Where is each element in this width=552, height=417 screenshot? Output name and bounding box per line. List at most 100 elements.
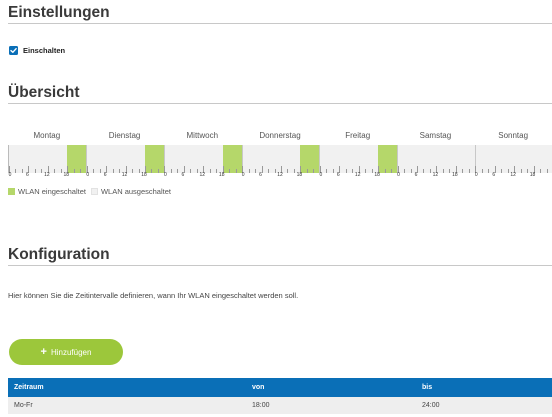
section-title-konfiguration: Konfiguration <box>8 246 110 263</box>
hour-tick <box>73 169 75 173</box>
hour-label: 18 <box>141 172 147 178</box>
hour-tick <box>345 169 347 173</box>
hour-label: 6 <box>103 172 107 178</box>
hour-label: 18 <box>218 172 225 178</box>
hour-tick <box>119 169 121 173</box>
hour-label: 6 <box>336 172 340 178</box>
hour-tick <box>21 169 23 173</box>
hour-tick <box>170 169 172 173</box>
hour-label: 18 <box>296 172 303 178</box>
day-label-freitag: Freitag <box>345 131 371 140</box>
hour-tick <box>41 169 43 173</box>
column-header-zeitraum[interactable]: Zeitraum <box>8 378 246 397</box>
hour-tick <box>216 169 218 173</box>
hour-tick <box>520 169 522 173</box>
hour-tick <box>313 169 315 173</box>
hour-tick <box>287 169 289 173</box>
hour-tick <box>132 169 134 173</box>
hour-label: 0 <box>397 172 400 178</box>
configuration-description: Hier können Sie die Zeitintervalle defin… <box>8 291 299 300</box>
hour-tick <box>60 169 62 173</box>
hour-label: 0 <box>474 172 478 178</box>
hour-tick <box>391 169 393 173</box>
hour-tick <box>235 169 237 173</box>
interval-table: Zeitraum von bis Mo-Fr 18:00 24:00 <box>8 378 552 414</box>
day-label-donnerstag: Donnerstag <box>259 131 301 140</box>
schedule-legend: WLAN eingeschaltet WLAN ausgeschaltet <box>8 187 176 196</box>
wlan-on-block-mittwoch <box>222 145 243 173</box>
table-cell-bis: 24:00 <box>416 397 552 414</box>
checkmark-icon <box>10 48 17 53</box>
hour-label: 6 <box>181 172 185 178</box>
hour-tick <box>423 169 425 173</box>
hour-label: 12 <box>277 172 283 178</box>
hour-tick <box>404 169 406 173</box>
enable-checkbox[interactable] <box>9 46 18 55</box>
column-header-von[interactable]: von <box>246 378 416 397</box>
hour-tick <box>248 169 250 173</box>
column-header-bis[interactable]: bis <box>416 378 552 397</box>
hour-label: 6 <box>492 172 496 178</box>
hour-tick <box>151 169 153 173</box>
table-row[interactable]: Mo-Fr 18:00 24:00 <box>8 397 552 414</box>
hour-tick <box>293 169 295 173</box>
table-cell-von: 18:00 <box>246 397 416 414</box>
schedule-timeline <box>8 145 552 173</box>
legend-item-off: WLAN ausgeschaltet <box>90 187 171 196</box>
hour-tick <box>326 169 328 173</box>
hour-tick <box>507 169 509 173</box>
add-interval-button[interactable]: + Hinzufügen <box>9 339 123 365</box>
hour-tick <box>190 169 192 173</box>
hour-tick <box>468 169 470 173</box>
hour-tick <box>546 169 548 173</box>
hour-tick <box>274 169 276 173</box>
hour-label: 18 <box>529 172 536 178</box>
hour-tick <box>527 169 529 173</box>
hour-tick <box>384 169 386 173</box>
hour-tick <box>462 169 464 173</box>
hour-label: 12 <box>44 172 50 178</box>
enable-checkbox-row[interactable]: Einschalten <box>9 46 65 55</box>
hour-label: 0 <box>164 172 167 178</box>
hour-tick <box>332 169 334 173</box>
hour-tick <box>229 169 231 173</box>
weekly-schedule-overview: Montag Dienstag Mittwoch Donnerstag Freitag S… <box>8 131 552 179</box>
hour-label: 0 <box>319 172 323 178</box>
legend-item-on: WLAN eingeschaltet <box>8 187 86 196</box>
wlan-on-block-donnerstag <box>300 145 320 173</box>
section-divider <box>8 103 552 104</box>
table-cell-zeitraum: Mo-Fr <box>8 397 246 414</box>
hour-tick <box>177 169 179 173</box>
hour-tick <box>138 169 140 173</box>
hour-tick <box>442 169 444 173</box>
hour-label: 12 <box>432 172 439 178</box>
day-label-montag: Montag <box>33 131 61 140</box>
hour-label: 6 <box>26 172 29 178</box>
hour-label: 12 <box>199 172 206 178</box>
hour-tick <box>34 169 36 173</box>
hour-tick <box>93 169 95 173</box>
hour-tick <box>371 169 373 173</box>
hour-tick <box>80 169 82 173</box>
hour-label: 0 <box>241 172 245 178</box>
hour-tick <box>99 169 101 173</box>
day-label-dienstag: Dienstag <box>108 131 141 140</box>
hour-label: 18 <box>63 172 70 178</box>
section-divider <box>8 265 552 266</box>
hour-tick <box>255 169 257 173</box>
section-title-einstellungen: Einstellungen <box>8 4 110 21</box>
wlan-on-block-montag <box>67 145 87 173</box>
hour-tick <box>54 169 56 173</box>
hour-tick <box>15 169 17 173</box>
section-divider <box>8 23 552 24</box>
hour-label: 12 <box>510 172 516 178</box>
hour-label: 0 <box>86 172 90 178</box>
hour-label: 6 <box>414 172 418 178</box>
hour-tick <box>352 169 354 173</box>
hour-label: 12 <box>121 172 128 178</box>
add-button-label: Hinzufügen <box>50 347 92 357</box>
hour-tick <box>501 169 503 173</box>
enable-checkbox-label: Einschalten <box>23 46 66 55</box>
hour-label: 0 <box>8 172 12 178</box>
hour-label: 18 <box>452 172 458 178</box>
